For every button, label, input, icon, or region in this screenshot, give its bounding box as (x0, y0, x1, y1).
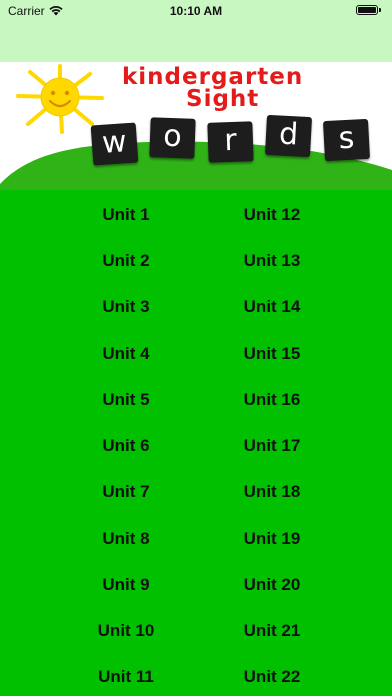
battery-icon (356, 5, 381, 15)
unit-button[interactable]: Unit 6 (66, 436, 186, 456)
word-tile: s (322, 118, 371, 162)
words-tiles: w o r d s (90, 114, 380, 166)
unit-button[interactable]: Unit 9 (66, 575, 186, 595)
unit-button[interactable]: Unit 7 (66, 482, 186, 502)
unit-button[interactable]: Unit 20 (212, 575, 332, 595)
unit-button[interactable]: Unit 11 (66, 667, 186, 687)
unit-button[interactable]: Unit 17 (212, 436, 332, 456)
app-banner: kindergarten Sight w o r d s (0, 62, 392, 190)
unit-button[interactable]: Unit 14 (212, 297, 332, 317)
unit-button[interactable]: Unit 1 (66, 205, 186, 225)
unit-button[interactable]: Unit 3 (66, 297, 186, 317)
word-tile: d (264, 114, 313, 158)
title-line-2: Sight (186, 86, 260, 112)
unit-button[interactable]: Unit 5 (66, 390, 186, 410)
unit-button[interactable]: Unit 19 (212, 529, 332, 549)
unit-button[interactable]: Unit 8 (66, 529, 186, 549)
unit-button[interactable]: Unit 10 (66, 621, 186, 641)
word-tile: w (90, 122, 139, 166)
status-time: 10:10 AM (169, 4, 223, 18)
unit-button[interactable]: Unit 13 (212, 251, 332, 271)
unit-button[interactable]: Unit 18 (212, 482, 332, 502)
unit-button[interactable]: Unit 21 (212, 621, 332, 641)
status-bar: Carrier 10:10 AM (0, 0, 392, 62)
word-tile: r (207, 121, 254, 163)
unit-button[interactable]: Unit 22 (212, 667, 332, 687)
unit-button[interactable]: Unit 15 (212, 344, 332, 364)
unit-button[interactable]: Unit 4 (66, 344, 186, 364)
word-tile: o (149, 117, 196, 159)
unit-button[interactable]: Unit 2 (66, 251, 186, 271)
unit-button[interactable]: Unit 16 (212, 390, 332, 410)
unit-button[interactable]: Unit 12 (212, 205, 332, 225)
